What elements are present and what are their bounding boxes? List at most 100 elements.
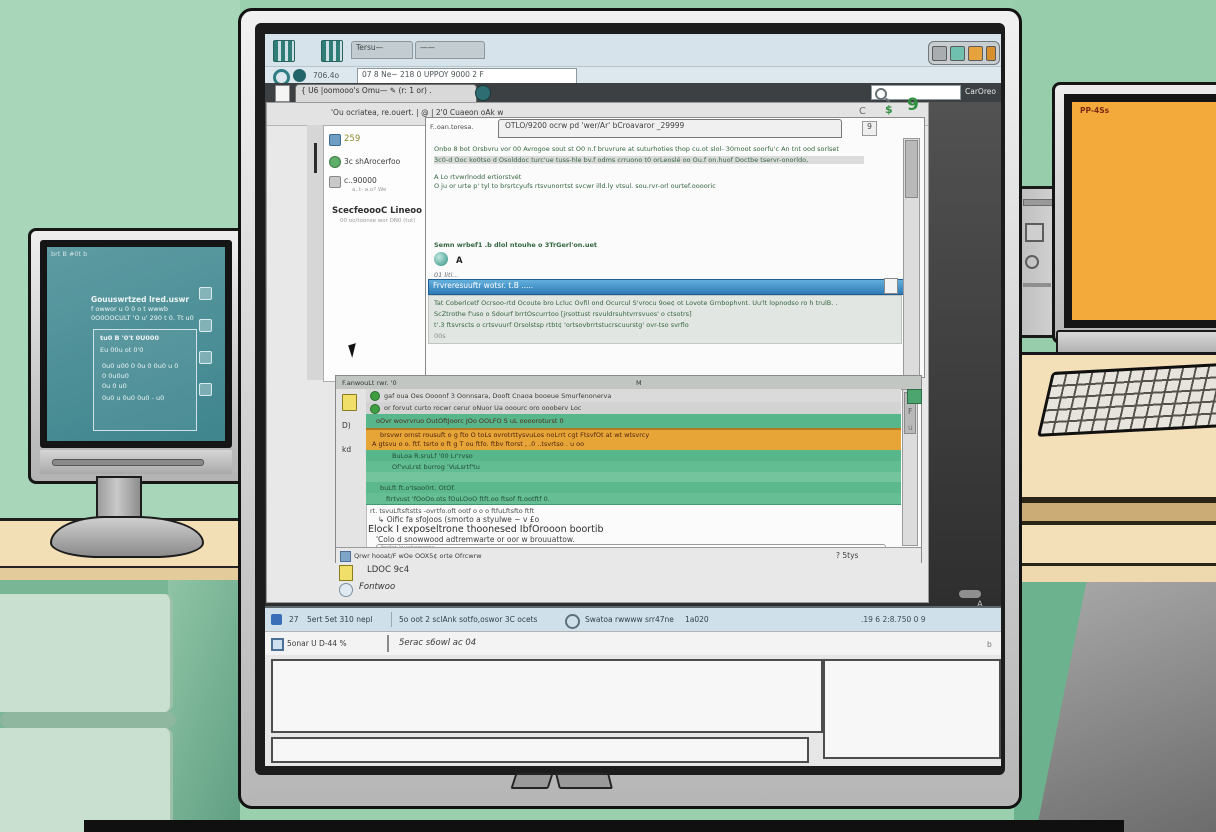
row-text: ftrtvust 'fOoOo.ots fOuLOoO ftft.oo ftso… bbox=[386, 495, 550, 503]
change-row[interactable]: oOvr wovrvruo OutOftJoorc JOo OOLFO S uL… bbox=[366, 414, 901, 429]
tool-glyph[interactable]: F bbox=[908, 407, 912, 416]
detail-line: Elock I exposeltrone thoonesed IbfOrooon… bbox=[368, 524, 604, 535]
sidebar-item[interactable]: 259 bbox=[344, 134, 360, 144]
panel-icon-rail: D) kd bbox=[336, 389, 367, 547]
mouse-cursor bbox=[348, 343, 360, 358]
monitor-power-button[interactable] bbox=[555, 773, 613, 789]
tower-button[interactable] bbox=[1025, 223, 1044, 242]
green-dot-icon bbox=[370, 404, 380, 414]
grid-orange-icon[interactable] bbox=[968, 46, 983, 61]
sidebar-item-sub: 00 oo/toonse wor DN0 (tut) bbox=[340, 218, 415, 224]
sidebar-item-sub: a..t- a.o? We bbox=[352, 187, 386, 193]
key-icon[interactable] bbox=[932, 46, 947, 61]
scrollbar-thumb[interactable] bbox=[905, 140, 918, 198]
left-screen-line: Gouuswrtzed lred.uswr bbox=[91, 295, 189, 304]
doc-scrollbar[interactable] bbox=[903, 138, 920, 376]
page-curl-icon[interactable] bbox=[884, 278, 898, 294]
record-dot-icon[interactable] bbox=[293, 69, 306, 82]
main-monitor: Tersu— —— 706.4o 07 8 Ne~ 218 0 UPPOY 90… bbox=[238, 8, 1022, 809]
taskbar-item[interactable]: 1a020 bbox=[685, 615, 709, 624]
quote-block: Tat Coberlcetf Ocrsoo-rtd Ocoute bro Lcl… bbox=[428, 295, 902, 344]
toolbar-counter: 706.4o bbox=[313, 71, 339, 80]
file-icon[interactable] bbox=[339, 565, 353, 581]
doc-tab-left[interactable]: F..oan.toresa. bbox=[430, 123, 473, 131]
search-label[interactable]: CarOreo bbox=[965, 87, 996, 96]
taskbar-item[interactable]: 5ert 5et 310 nepl bbox=[307, 615, 372, 624]
desktop-pill[interactable] bbox=[959, 590, 981, 598]
columns-icon[interactable] bbox=[321, 40, 343, 62]
browser-tab[interactable]: { U6 |oomooo's Omu— ✎ (r: 1 or) . bbox=[295, 84, 477, 103]
doc-glyph-a: A bbox=[456, 256, 463, 266]
left-screen-icon[interactable] bbox=[199, 383, 212, 396]
copyright-icon[interactable]: C bbox=[859, 107, 866, 116]
globe-icon[interactable] bbox=[339, 583, 353, 597]
rail-glyph: D) bbox=[342, 421, 351, 430]
right-monitor-screen: PP-4Ss bbox=[1072, 102, 1216, 320]
panel-header: F.anwouLt rwr. '0 M bbox=[336, 376, 921, 390]
change-row[interactable]: or forvut curto rocwr cerur oNuor Ua ooo… bbox=[366, 402, 901, 414]
detail-line: rt. tsvuLftsftstts -ovrtfo.oft ootf o o … bbox=[370, 507, 534, 515]
main-screen: Tersu— —— 706.4o 07 8 Ne~ 218 0 UPPOY 90… bbox=[265, 34, 1001, 766]
changes-panel: F.anwouLt rwr. '0 M D) kd gaf oua Oes Oo… bbox=[335, 375, 922, 563]
file-icon[interactable] bbox=[342, 394, 357, 411]
selected-row[interactable]: Frvreresuuftr wotsr. t.B ..... bbox=[428, 279, 910, 295]
blank-panel-right bbox=[823, 659, 1001, 759]
sidebar-item[interactable]: ScecfeoooC Lineoo bbox=[332, 206, 422, 216]
cabinet-drawer-top bbox=[0, 594, 173, 712]
status-left: Qrwr hooat/F wOe OOX5¢ orte Ofrcwrw bbox=[354, 552, 482, 560]
left-screen-icon[interactable] bbox=[199, 319, 212, 332]
block-line: t'.3 ftsvrscts o crtsvuurf Orsolstsp rtb… bbox=[434, 321, 689, 329]
left-screen-line: 0O0OOCULT 'O u' 290 t 0. Tt u0 bbox=[91, 314, 194, 322]
dollar-icon[interactable]: $ bbox=[885, 105, 893, 114]
nine-badge[interactable]: 9 bbox=[907, 101, 919, 110]
taskbar-tray-clock[interactable]: .19 6 2:8.750 0 9 bbox=[861, 615, 926, 624]
change-row[interactable]: gaf oua Oes Oooonf 3 Oonnsara, Dooft Cna… bbox=[366, 389, 901, 402]
left-screen-icon[interactable] bbox=[199, 351, 212, 364]
pin-icon[interactable] bbox=[314, 143, 317, 173]
grid-teal-icon[interactable] bbox=[950, 46, 965, 61]
sphere-icon bbox=[434, 252, 448, 266]
address-input[interactable]: 07 8 Ne~ 218 0 UPPOY 9000 2 F bbox=[357, 68, 577, 84]
below-item[interactable]: Fontwoo bbox=[359, 582, 395, 592]
illustration-stage: brt B #0t b Gouuswrtzed lred.uswr f owwo… bbox=[0, 0, 1216, 832]
below-item[interactable]: LDOC 9c4 bbox=[367, 565, 409, 575]
start-icon[interactable] bbox=[271, 614, 282, 625]
columns-icon[interactable] bbox=[273, 40, 295, 62]
tool-glyph[interactable]: u bbox=[908, 423, 913, 432]
tower-knob[interactable] bbox=[1025, 255, 1039, 269]
left-screen-icon[interactable] bbox=[199, 287, 212, 300]
monitor-notch bbox=[510, 773, 553, 789]
dialog-line: 0u0 u00 0 0u 0 0u0 u 0 bbox=[102, 362, 178, 370]
green-tool-icon[interactable] bbox=[907, 389, 922, 404]
blank-panel-large bbox=[271, 659, 823, 733]
taskbar-num: 27 bbox=[289, 615, 299, 624]
taskbar-item[interactable]: Swatoa rwwww srr47ne bbox=[585, 615, 674, 624]
sort-button[interactable]: 9 bbox=[862, 121, 877, 136]
change-row[interactable]: ftrtvust 'fOoOo.ots fOuLOoO ftft.oo ftso… bbox=[366, 493, 901, 505]
dialog-title: tu0 B '0't 0U000 bbox=[100, 334, 159, 342]
right-desk-front bbox=[1014, 525, 1216, 566]
title-tab[interactable]: Tersu— bbox=[351, 41, 413, 59]
taskbar-item[interactable]: 5o oot 2 sclAnk sotfo,oswor 3C ocets bbox=[399, 615, 537, 624]
row-text: or forvut curto rocwr cerur oNuor Ua ooo… bbox=[384, 404, 581, 412]
window-titlebar: Tersu— —— bbox=[265, 34, 1001, 66]
rail-glyph: kd bbox=[342, 445, 351, 454]
taskbar: 27 5ert 5et 310 nepl 5o oot 2 sclAnk sot… bbox=[265, 606, 1001, 633]
doc-line: 3c0-d Ooc ko0tso d Osolddoc turc'ue tuss… bbox=[434, 156, 864, 164]
refresh-button[interactable] bbox=[475, 85, 491, 101]
taskbar-divider bbox=[391, 612, 392, 627]
orange-half-icon[interactable] bbox=[986, 46, 996, 61]
sidebar-item[interactable]: c..90000 bbox=[344, 176, 377, 185]
title-tab[interactable]: —— bbox=[415, 41, 485, 59]
document-pane: F..oan.toresa. OTLO/9200 ocrw pd 'wer/Ar… bbox=[425, 117, 925, 378]
dark-tabbar: { U6 |oomooo's Omu— ✎ (r: 1 or) . CarOre… bbox=[265, 83, 1001, 102]
sidebar-item[interactable]: 3c shArocerfoo bbox=[344, 157, 400, 166]
row-text: Of'vuLrst burrog 'VuLsrtf'tu bbox=[392, 463, 480, 471]
doc-tab[interactable]: OTLO/9200 ocrw pd 'wer/Ar' bCroavaror _2… bbox=[498, 119, 842, 138]
block-line: ScZtrothe f'uso o Sdourf brrtOscurrtoo [… bbox=[434, 310, 692, 318]
folder-icon bbox=[329, 176, 341, 188]
secondary-left[interactable]: 5onar U D-44 % bbox=[287, 639, 347, 648]
notes-icon[interactable] bbox=[271, 638, 284, 651]
doc-line: Onbo 8 bot Orsbvru vor 00 Avrogoe sout s… bbox=[434, 145, 896, 153]
document-icon[interactable] bbox=[275, 85, 290, 102]
